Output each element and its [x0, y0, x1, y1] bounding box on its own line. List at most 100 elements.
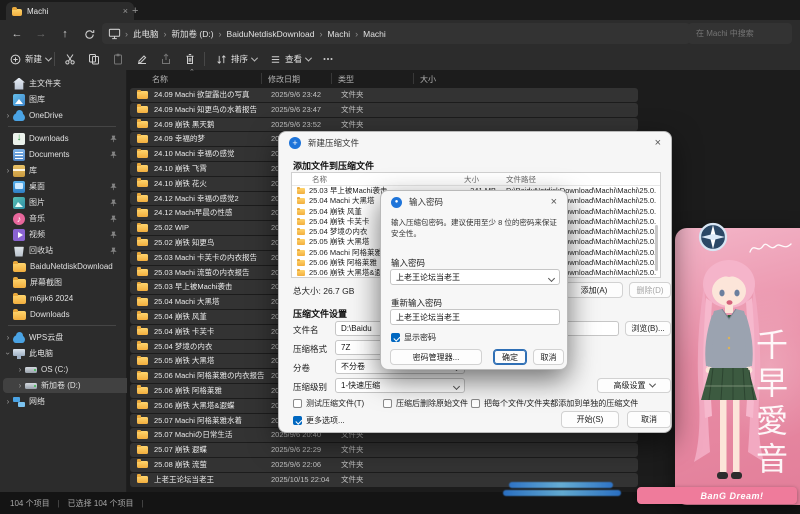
chevron-right-icon[interactable]: ›: [3, 111, 13, 120]
archive-column-size[interactable]: 大小: [464, 174, 479, 185]
add-button[interactable]: 添加(A): [565, 282, 623, 298]
address-bar[interactable]: ›此电脑›新加卷 (D:)›BaiduNetdiskDownload›Machi…: [102, 23, 690, 44]
image-card[interactable]: 千早愛音: [675, 228, 800, 505]
password-input[interactable]: 上老王论坛当老王: [390, 269, 560, 285]
archive-list-scrollbar[interactable]: [655, 225, 658, 271]
column-header-date[interactable]: 修改日期: [268, 74, 300, 85]
up-button[interactable]: ↑: [56, 25, 74, 43]
column-header-name[interactable]: 名称: [152, 74, 168, 85]
sidebar-item-label: 此电脑: [29, 348, 121, 359]
test-archive-checkbox[interactable]: 测试压缩文件(T): [293, 398, 364, 409]
more-options-checkbox[interactable]: 更多选项...: [293, 415, 345, 426]
new-button[interactable]: 新建: [6, 50, 55, 68]
sidebar-item-downloads[interactable]: Downloads: [3, 307, 121, 322]
rename-button[interactable]: [132, 50, 152, 68]
archive-column-name[interactable]: 名称: [312, 174, 327, 185]
file-row[interactable]: 25.07 崩铁 遐蝶2025/9/6 22:29文件夹: [130, 443, 638, 457]
tab-close-icon[interactable]: ×: [123, 7, 128, 16]
chevron-down-icon: [45, 54, 52, 61]
file-row[interactable]: 25.08 崩铁 流萤2025/9/6 22:06文件夹: [130, 458, 638, 472]
breadcrumb-item[interactable]: Machi: [360, 27, 389, 41]
confirm-password-input[interactable]: 上老王论坛当老王: [390, 309, 560, 325]
view-button[interactable]: 查看: [266, 50, 315, 68]
password-manager-button[interactable]: 密码管理器...: [390, 349, 482, 365]
file-row[interactable]: 24.09 崩铁 黑天鹅2025/9/6 23:52文件夹: [130, 118, 638, 132]
sidebar-item-桌面[interactable]: 桌面: [3, 179, 121, 194]
breadcrumb-item[interactable]: 新加卷 (D:): [169, 26, 217, 42]
more-options-button[interactable]: [318, 50, 338, 68]
sidebar-item-视频[interactable]: 视频: [3, 227, 121, 242]
sidebar-item-新加卷-d-[interactable]: ›新加卷 (D:): [3, 378, 133, 393]
new-tab-button[interactable]: +: [132, 4, 138, 18]
sidebar-item-图片[interactable]: 图片: [3, 195, 121, 210]
browse-button[interactable]: 浏览(B)...: [625, 321, 671, 336]
sidebar-item-库[interactable]: ›库: [3, 163, 121, 178]
close-icon[interactable]: ×: [645, 132, 671, 154]
file-row[interactable]: 24.09 Machi 知更鸟の水着报告2025/9/6 23:47文件夹: [130, 103, 638, 117]
chevron-right-icon[interactable]: ›: [3, 333, 13, 342]
delete-after-checkbox[interactable]: 压缩后删除原始文件: [383, 398, 468, 409]
sidebar-divider: [8, 126, 116, 127]
chevron-right-icon[interactable]: ›: [15, 365, 25, 374]
file-name: 25.05 崩铁 大黑塔: [154, 354, 268, 368]
pin-icon: [110, 135, 117, 143]
password-manager-label: 密码管理器...: [413, 352, 460, 363]
file-name: 24.10 Machi 幸福の感觉: [154, 147, 268, 161]
column-divider[interactable]: [261, 73, 262, 84]
column-divider[interactable]: [413, 73, 414, 84]
breadcrumb-item[interactable]: 此电脑: [130, 26, 162, 42]
advanced-settings-button[interactable]: 高级设置: [597, 378, 671, 393]
chevron-right-icon[interactable]: ›: [3, 166, 13, 175]
file-type: 文件夹: [341, 103, 401, 117]
copy-button[interactable]: [84, 50, 104, 68]
sidebar-item-网络[interactable]: ›网络: [3, 394, 121, 409]
column-header-size[interactable]: 大小: [420, 74, 436, 85]
level-select[interactable]: 1-快速压缩: [335, 378, 465, 393]
sidebar-item-os-c-[interactable]: ›OS (C:): [3, 362, 133, 377]
breadcrumb-item[interactable]: BaiduNetdiskDownload: [224, 27, 318, 41]
refresh-button[interactable]: [80, 25, 98, 43]
folder-icon: [137, 121, 148, 129]
archive-cancel-button[interactable]: 取消: [627, 411, 671, 428]
tab-machi[interactable]: Machi ×: [6, 2, 134, 20]
sidebar-item-主文件夹[interactable]: 主文件夹: [3, 76, 121, 91]
sidebar-item-图库[interactable]: 图库: [3, 92, 121, 107]
forward-button[interactable]: →: [32, 25, 50, 43]
sidebar-item-回收站[interactable]: 回收站: [3, 243, 121, 258]
column-divider[interactable]: [331, 73, 332, 84]
level-value: 1-快速压缩: [341, 380, 380, 391]
sidebar-item-onedrive[interactable]: ›OneDrive: [3, 108, 121, 123]
breadcrumb-item[interactable]: Machi: [324, 27, 353, 41]
password-cancel-button[interactable]: 取消: [533, 349, 564, 365]
close-icon[interactable]: ×: [541, 191, 567, 213]
sidebar-item-baidunetdiskdownload[interactable]: BaiduNetdiskDownload: [3, 259, 121, 274]
ok-button[interactable]: 确定: [493, 349, 527, 365]
show-password-checkbox[interactable]: 显示密码: [391, 332, 436, 343]
sidebar-item-m6jik6-2024[interactable]: m6jik6 2024: [3, 291, 121, 306]
sidebar-item-此电脑[interactable]: › 此电脑: [3, 346, 121, 361]
breadcrumb-separator: ›: [123, 29, 130, 39]
archive-dialog-titlebar[interactable]: + 新建压缩文件 ×: [279, 132, 671, 154]
share-button[interactable]: [156, 50, 176, 68]
sidebar-item-wps云盘[interactable]: ›WPS云盘: [3, 330, 121, 345]
sidebar-item-屏幕截图[interactable]: 屏幕截图: [3, 275, 121, 290]
chevron-right-icon[interactable]: ›: [15, 381, 25, 390]
back-button[interactable]: ←: [8, 25, 26, 43]
cut-button[interactable]: [60, 50, 80, 68]
sidebar-item-音乐[interactable]: 音乐: [3, 211, 121, 226]
chevron-down-icon[interactable]: ›: [4, 349, 13, 359]
separate-archives-checkbox[interactable]: 把每个文件/文件夹都添加到单独的压缩文件: [471, 398, 638, 409]
remove-button[interactable]: 删除(D): [629, 282, 671, 298]
archive-column-path[interactable]: 文件路径: [506, 174, 536, 185]
sidebar-item-documents[interactable]: Documents: [3, 147, 121, 162]
delete-button[interactable]: [180, 50, 200, 68]
start-button[interactable]: 开始(S): [561, 411, 619, 428]
password-dialog-titlebar[interactable]: ● 输入密码 ×: [381, 191, 567, 213]
file-row[interactable]: 24.09 Machi 欲望露出の写真2025/9/6 23:42文件夹: [130, 88, 638, 102]
sort-button[interactable]: 排序: [212, 50, 261, 68]
search-input[interactable]: [688, 23, 792, 44]
paste-button[interactable]: [108, 50, 128, 68]
column-header-type[interactable]: 类型: [338, 74, 354, 85]
sidebar-item-downloads[interactable]: Downloads: [3, 131, 121, 146]
chevron-right-icon[interactable]: ›: [3, 397, 13, 406]
